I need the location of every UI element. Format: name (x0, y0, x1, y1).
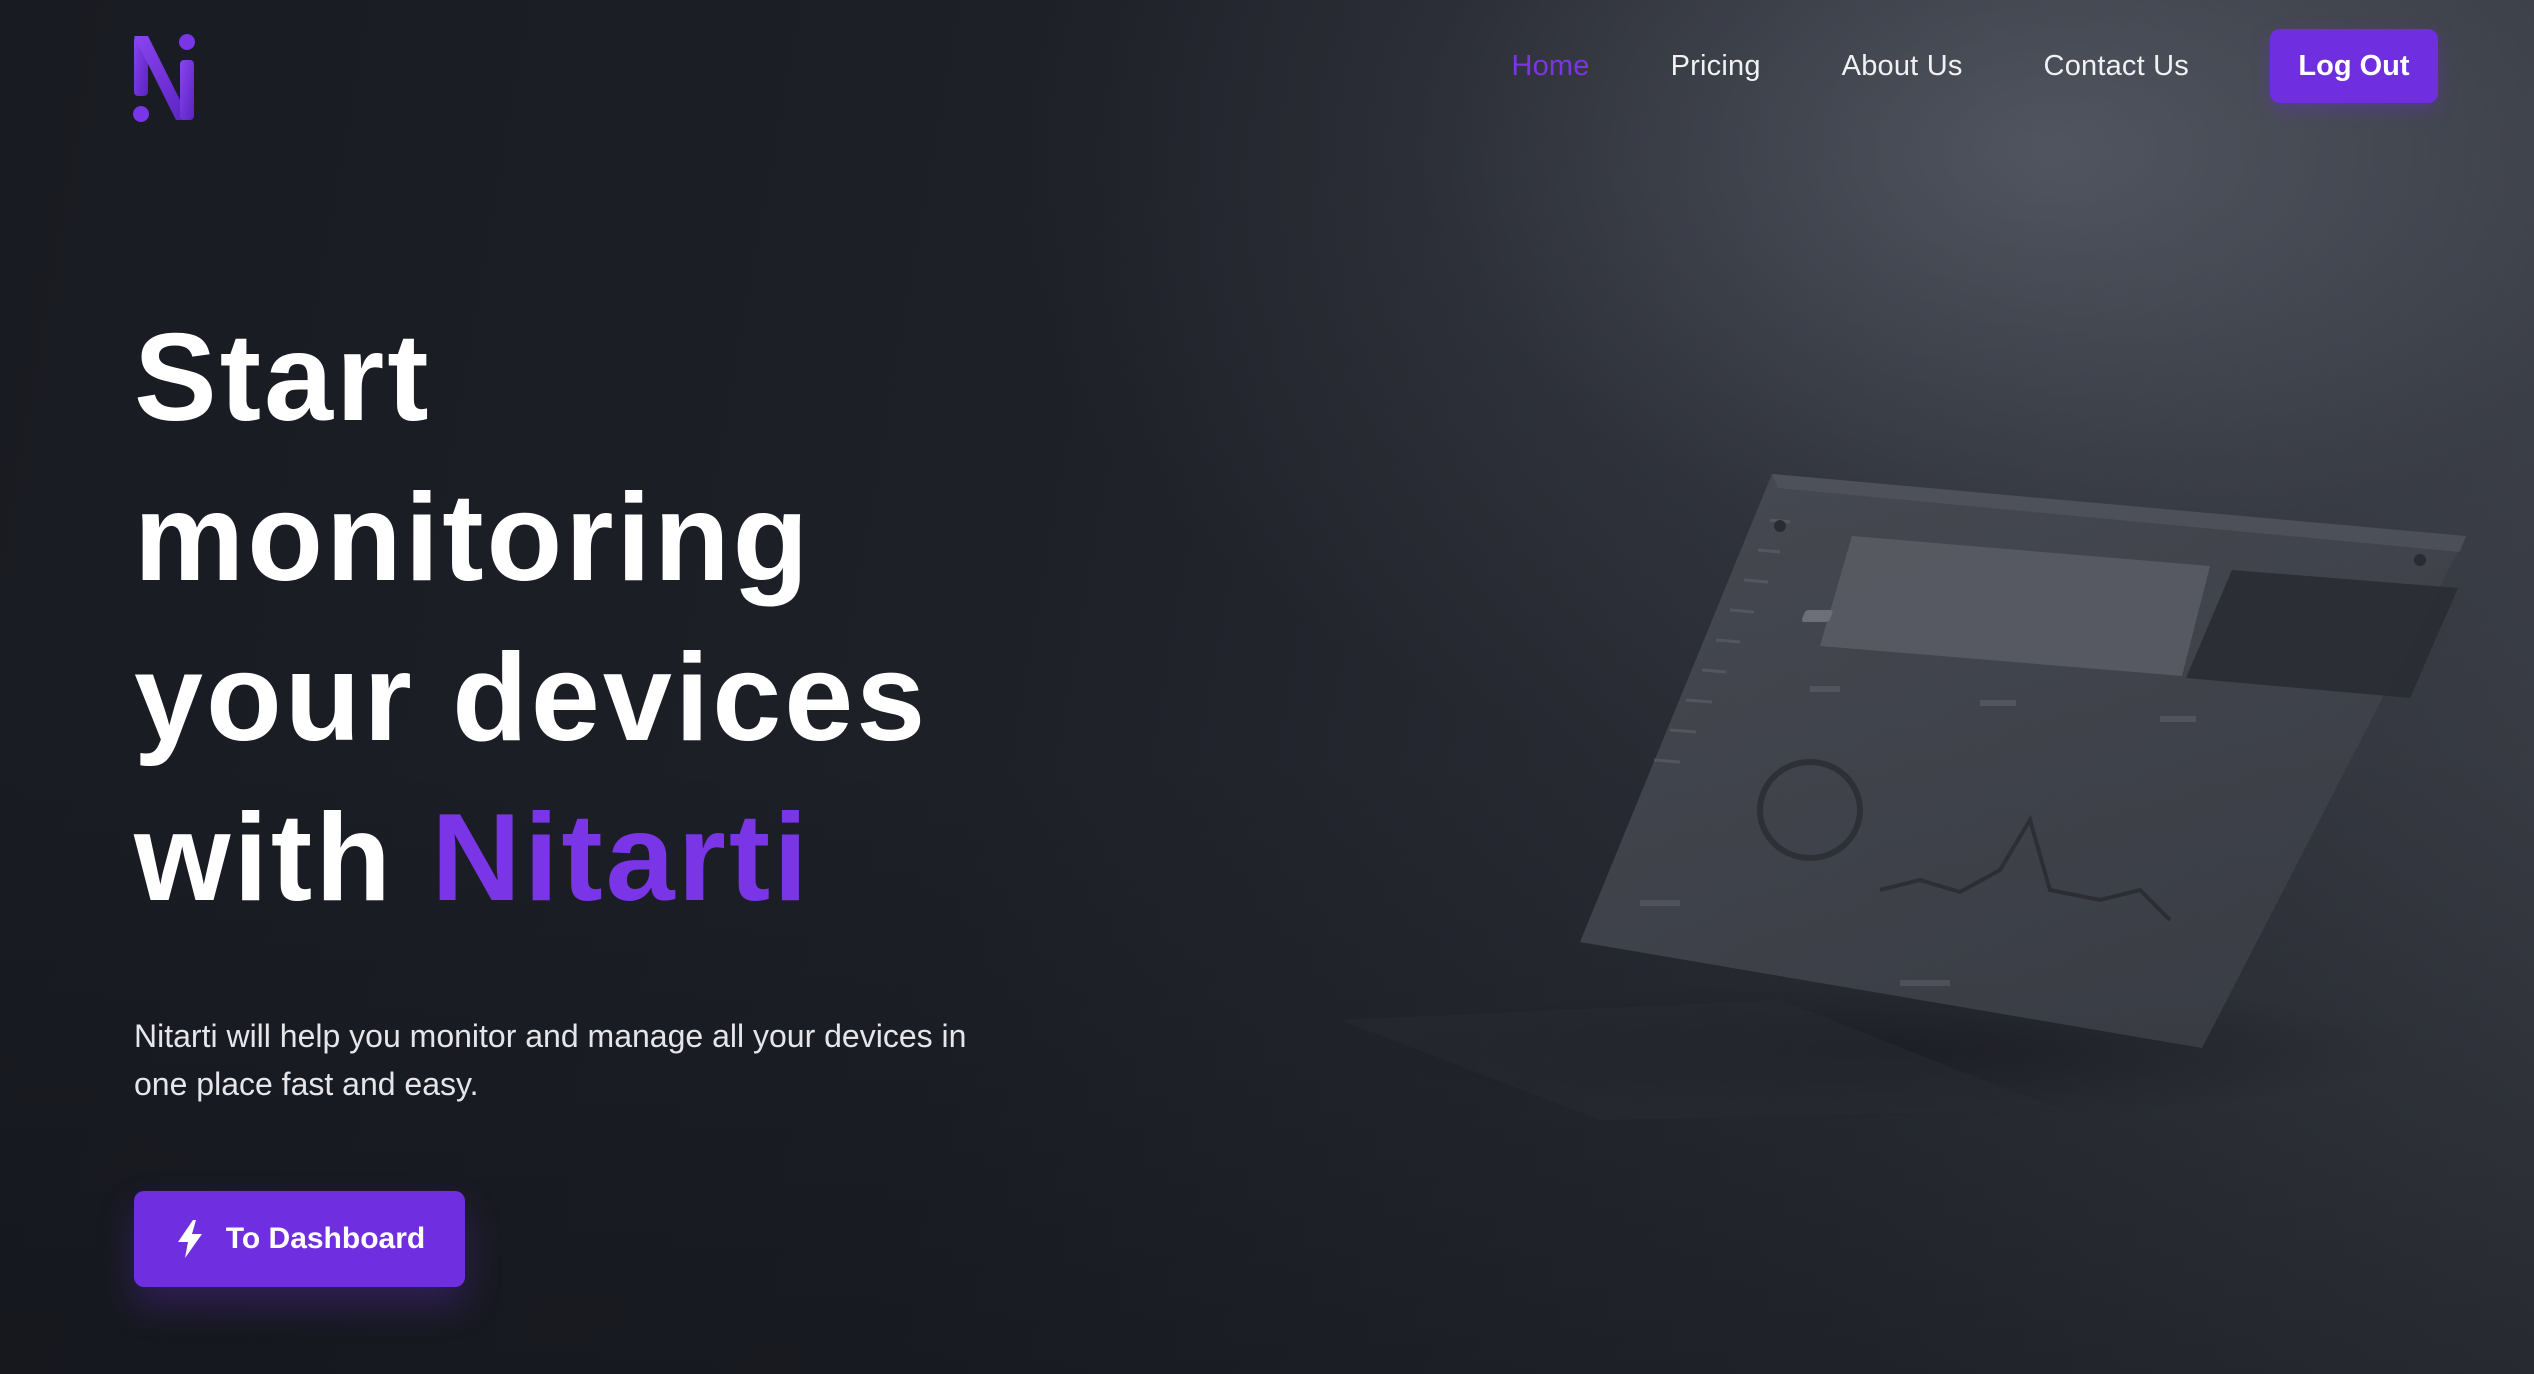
hero-title-brand: Nitarti (431, 789, 811, 927)
nav-pricing-link[interactable]: Pricing (1671, 50, 1761, 83)
nav-about-link[interactable]: About Us (1842, 50, 1963, 83)
hero-title-prefix: with (134, 789, 432, 927)
nitarti-logo-icon[interactable] (132, 30, 202, 126)
lightning-bolt-icon (177, 1220, 202, 1258)
nav-contact-link[interactable]: Contact Us (2044, 50, 2189, 83)
hero-title-line: monitoring (134, 469, 812, 607)
logout-button[interactable]: Log Out (2270, 29, 2438, 103)
hero-title-line: Start (134, 309, 432, 447)
hero-description: Nitarti will help you monitor and manage… (134, 1018, 967, 1102)
hero-title-line: with Nitarti (134, 778, 928, 938)
to-dashboard-label: To Dashboard (225, 1222, 426, 1255)
hero-title: Start monitoring your devices with Nitar… (134, 298, 928, 938)
nav-home-link[interactable]: Home (1511, 50, 1589, 83)
to-dashboard-button[interactable]: To Dashboard (134, 1191, 465, 1287)
hero-title-line: your devices (134, 629, 929, 767)
dashboard-preview-image (1340, 474, 2466, 1120)
main-nav: Home Pricing About Us Contact Us Log Out (1511, 29, 2438, 103)
